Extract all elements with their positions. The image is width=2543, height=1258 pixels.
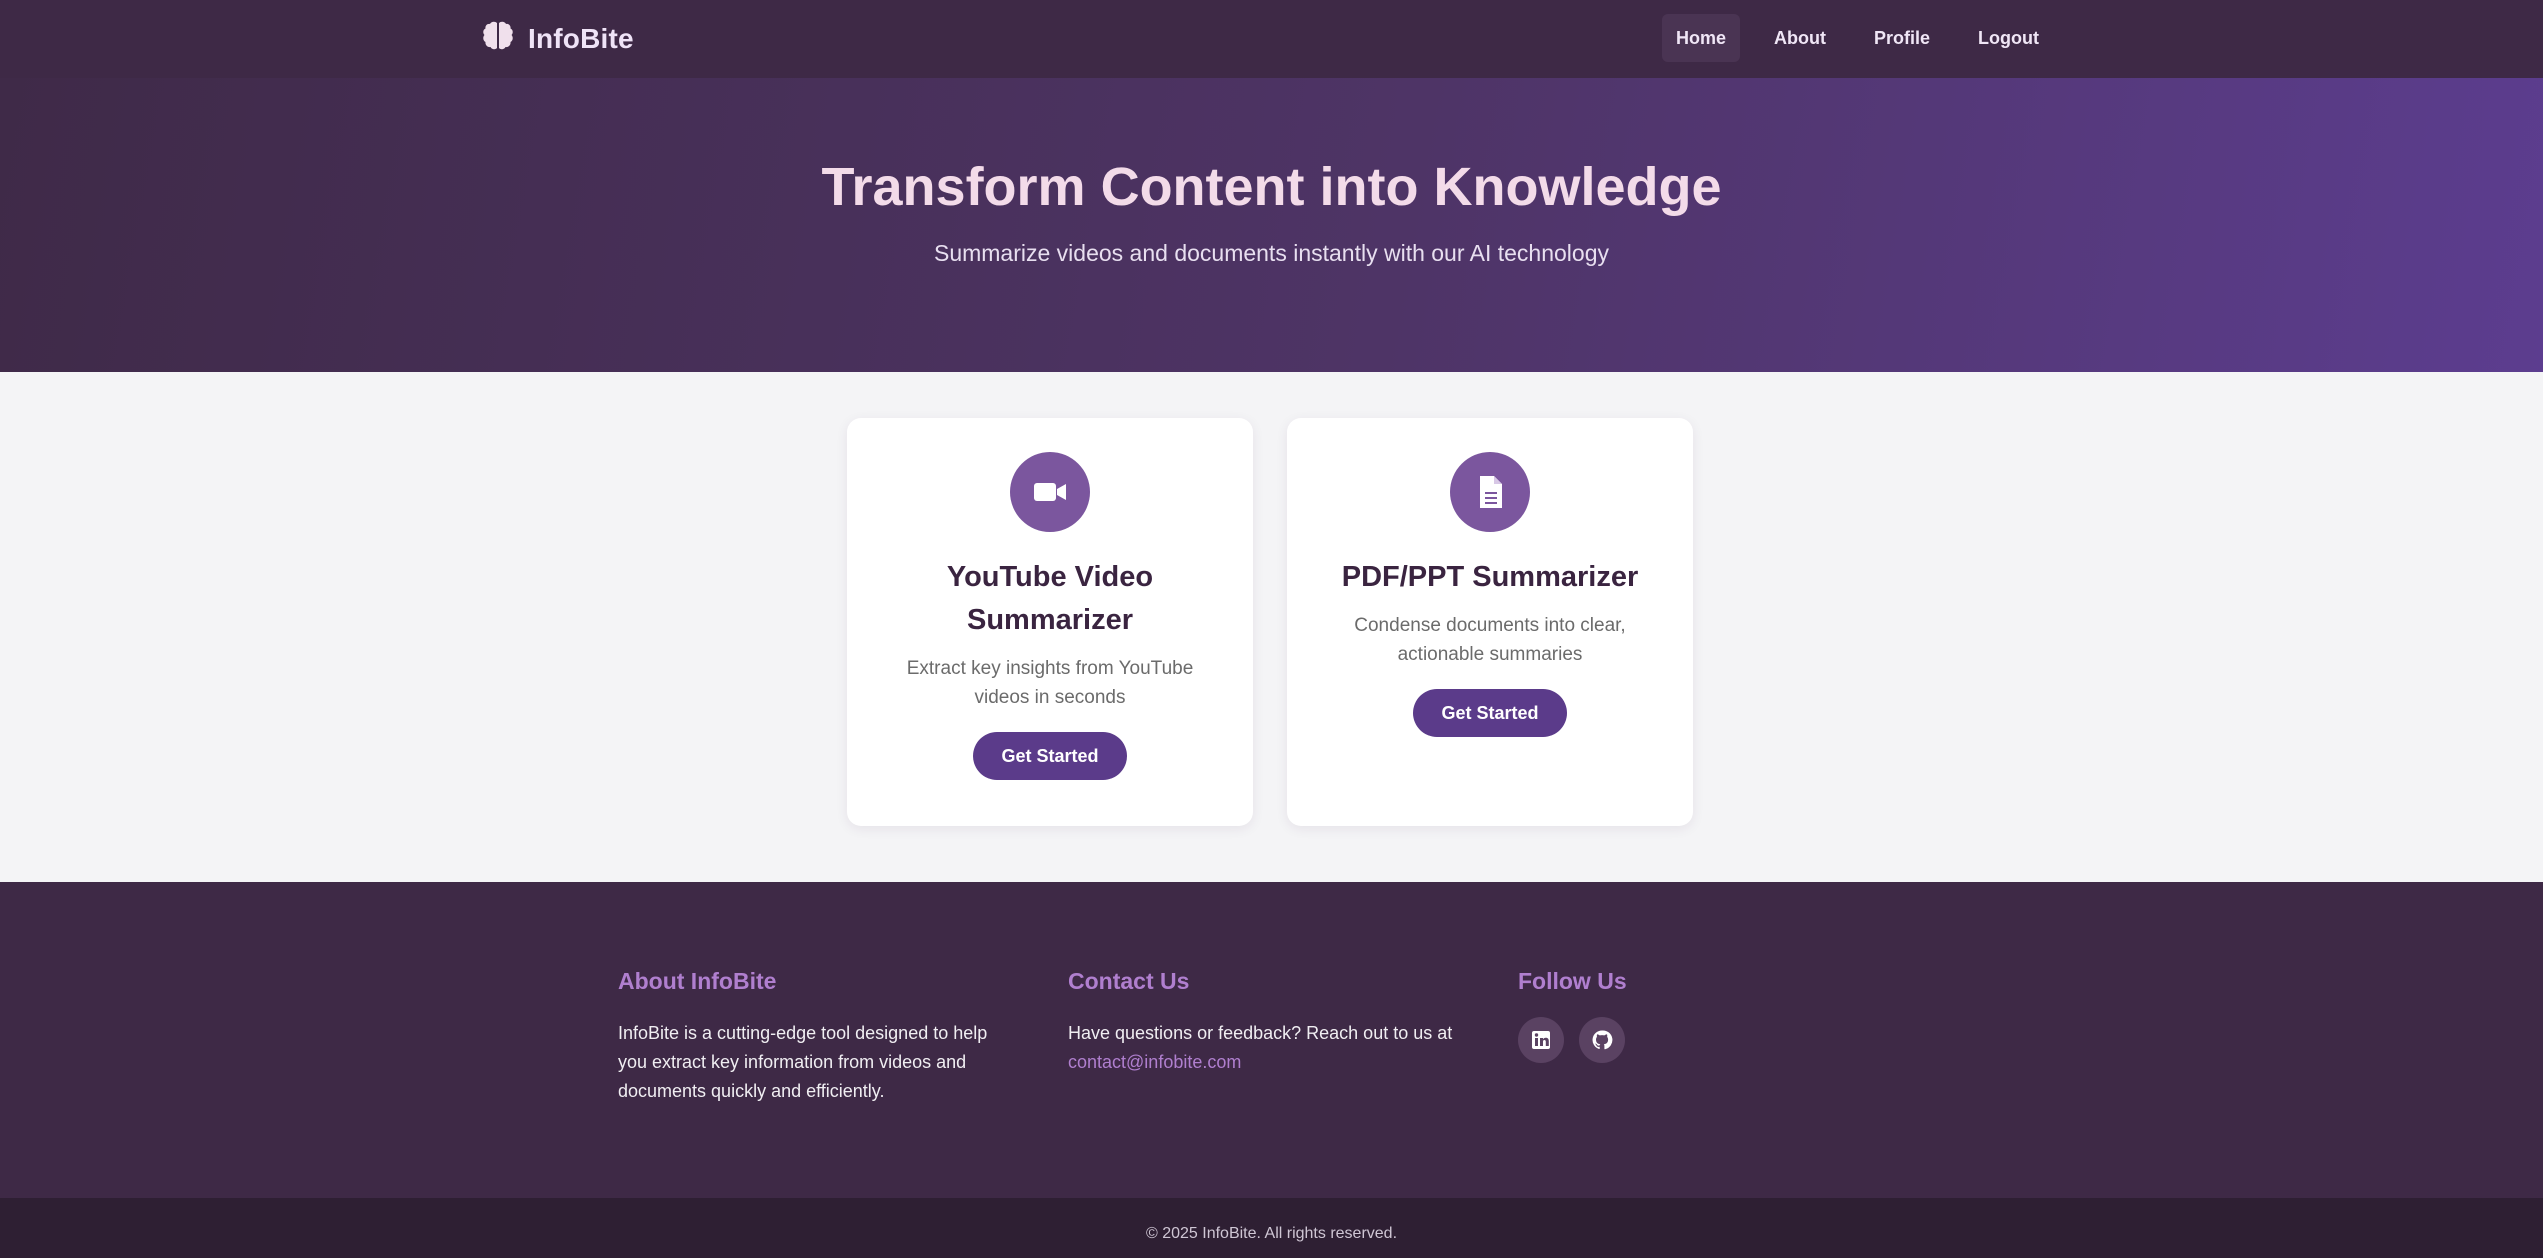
- footer-follow-heading: Follow Us: [1518, 968, 1627, 994]
- youtube-get-started-button[interactable]: Get Started: [973, 732, 1127, 780]
- footer: About InfoBite InfoBite is a cutting-edg…: [0, 882, 2543, 1198]
- nav-profile[interactable]: Profile: [1860, 14, 1944, 62]
- footer-follow: Follow Us: [1518, 968, 1627, 1063]
- social-links: [1518, 1017, 1627, 1063]
- card-title: PDF/PPT Summarizer: [1341, 561, 1639, 593]
- linkedin-icon[interactable]: [1518, 1017, 1564, 1063]
- footer-contact: Contact Us Have questions or feedback? R…: [1068, 968, 1468, 1077]
- video-camera-icon: [1010, 452, 1090, 532]
- contact-email-link[interactable]: contact@infobite.com: [1068, 1052, 1241, 1072]
- github-icon[interactable]: [1579, 1017, 1625, 1063]
- tools-section: YouTube Video Summarizer Extract key ins…: [0, 372, 2543, 882]
- hero-section: Transform Content into Knowledge Summari…: [0, 78, 2543, 372]
- brain-icon: [480, 18, 516, 59]
- hero-subtitle: Summarize videos and documents instantly…: [933, 240, 1610, 266]
- card-description: Condense documents into clear, actionabl…: [1354, 615, 1626, 665]
- copyright: © 2025 InfoBite. All rights reserved.: [0, 1198, 2543, 1258]
- nav-about[interactable]: About: [1760, 14, 1840, 62]
- contact-text: Have questions or feedback? Reach out to…: [1068, 1023, 1453, 1043]
- navbar: InfoBite Home About Profile Logout: [0, 0, 2543, 78]
- card-description: Extract key insights from YouTube videos…: [906, 658, 1194, 708]
- document-icon: [1450, 452, 1530, 532]
- pdf-summarizer-card: PDF/PPT Summarizer Condense documents in…: [1287, 418, 1693, 826]
- card-title: YouTube Video Summarizer: [946, 561, 1154, 636]
- nav-logout[interactable]: Logout: [1964, 14, 2053, 62]
- main-nav: Home About Profile Logout: [1662, 14, 2053, 62]
- footer-about: About InfoBite InfoBite is a cutting-edg…: [618, 968, 1018, 1106]
- footer-contact-heading: Contact Us: [1068, 968, 1190, 994]
- footer-about-heading: About InfoBite: [618, 968, 777, 994]
- hero-title: Transform Content into Knowledge: [821, 157, 1722, 217]
- pdf-get-started-button[interactable]: Get Started: [1413, 689, 1567, 737]
- brand-name: InfoBite: [528, 22, 634, 54]
- footer-contact-text: Have questions or feedback? Reach out to…: [1068, 1019, 1468, 1077]
- youtube-summarizer-card: YouTube Video Summarizer Extract key ins…: [847, 418, 1253, 826]
- brand-logo[interactable]: InfoBite: [480, 18, 634, 59]
- footer-about-text: InfoBite is a cutting-edge tool designed…: [618, 1023, 988, 1101]
- nav-home[interactable]: Home: [1662, 14, 1741, 62]
